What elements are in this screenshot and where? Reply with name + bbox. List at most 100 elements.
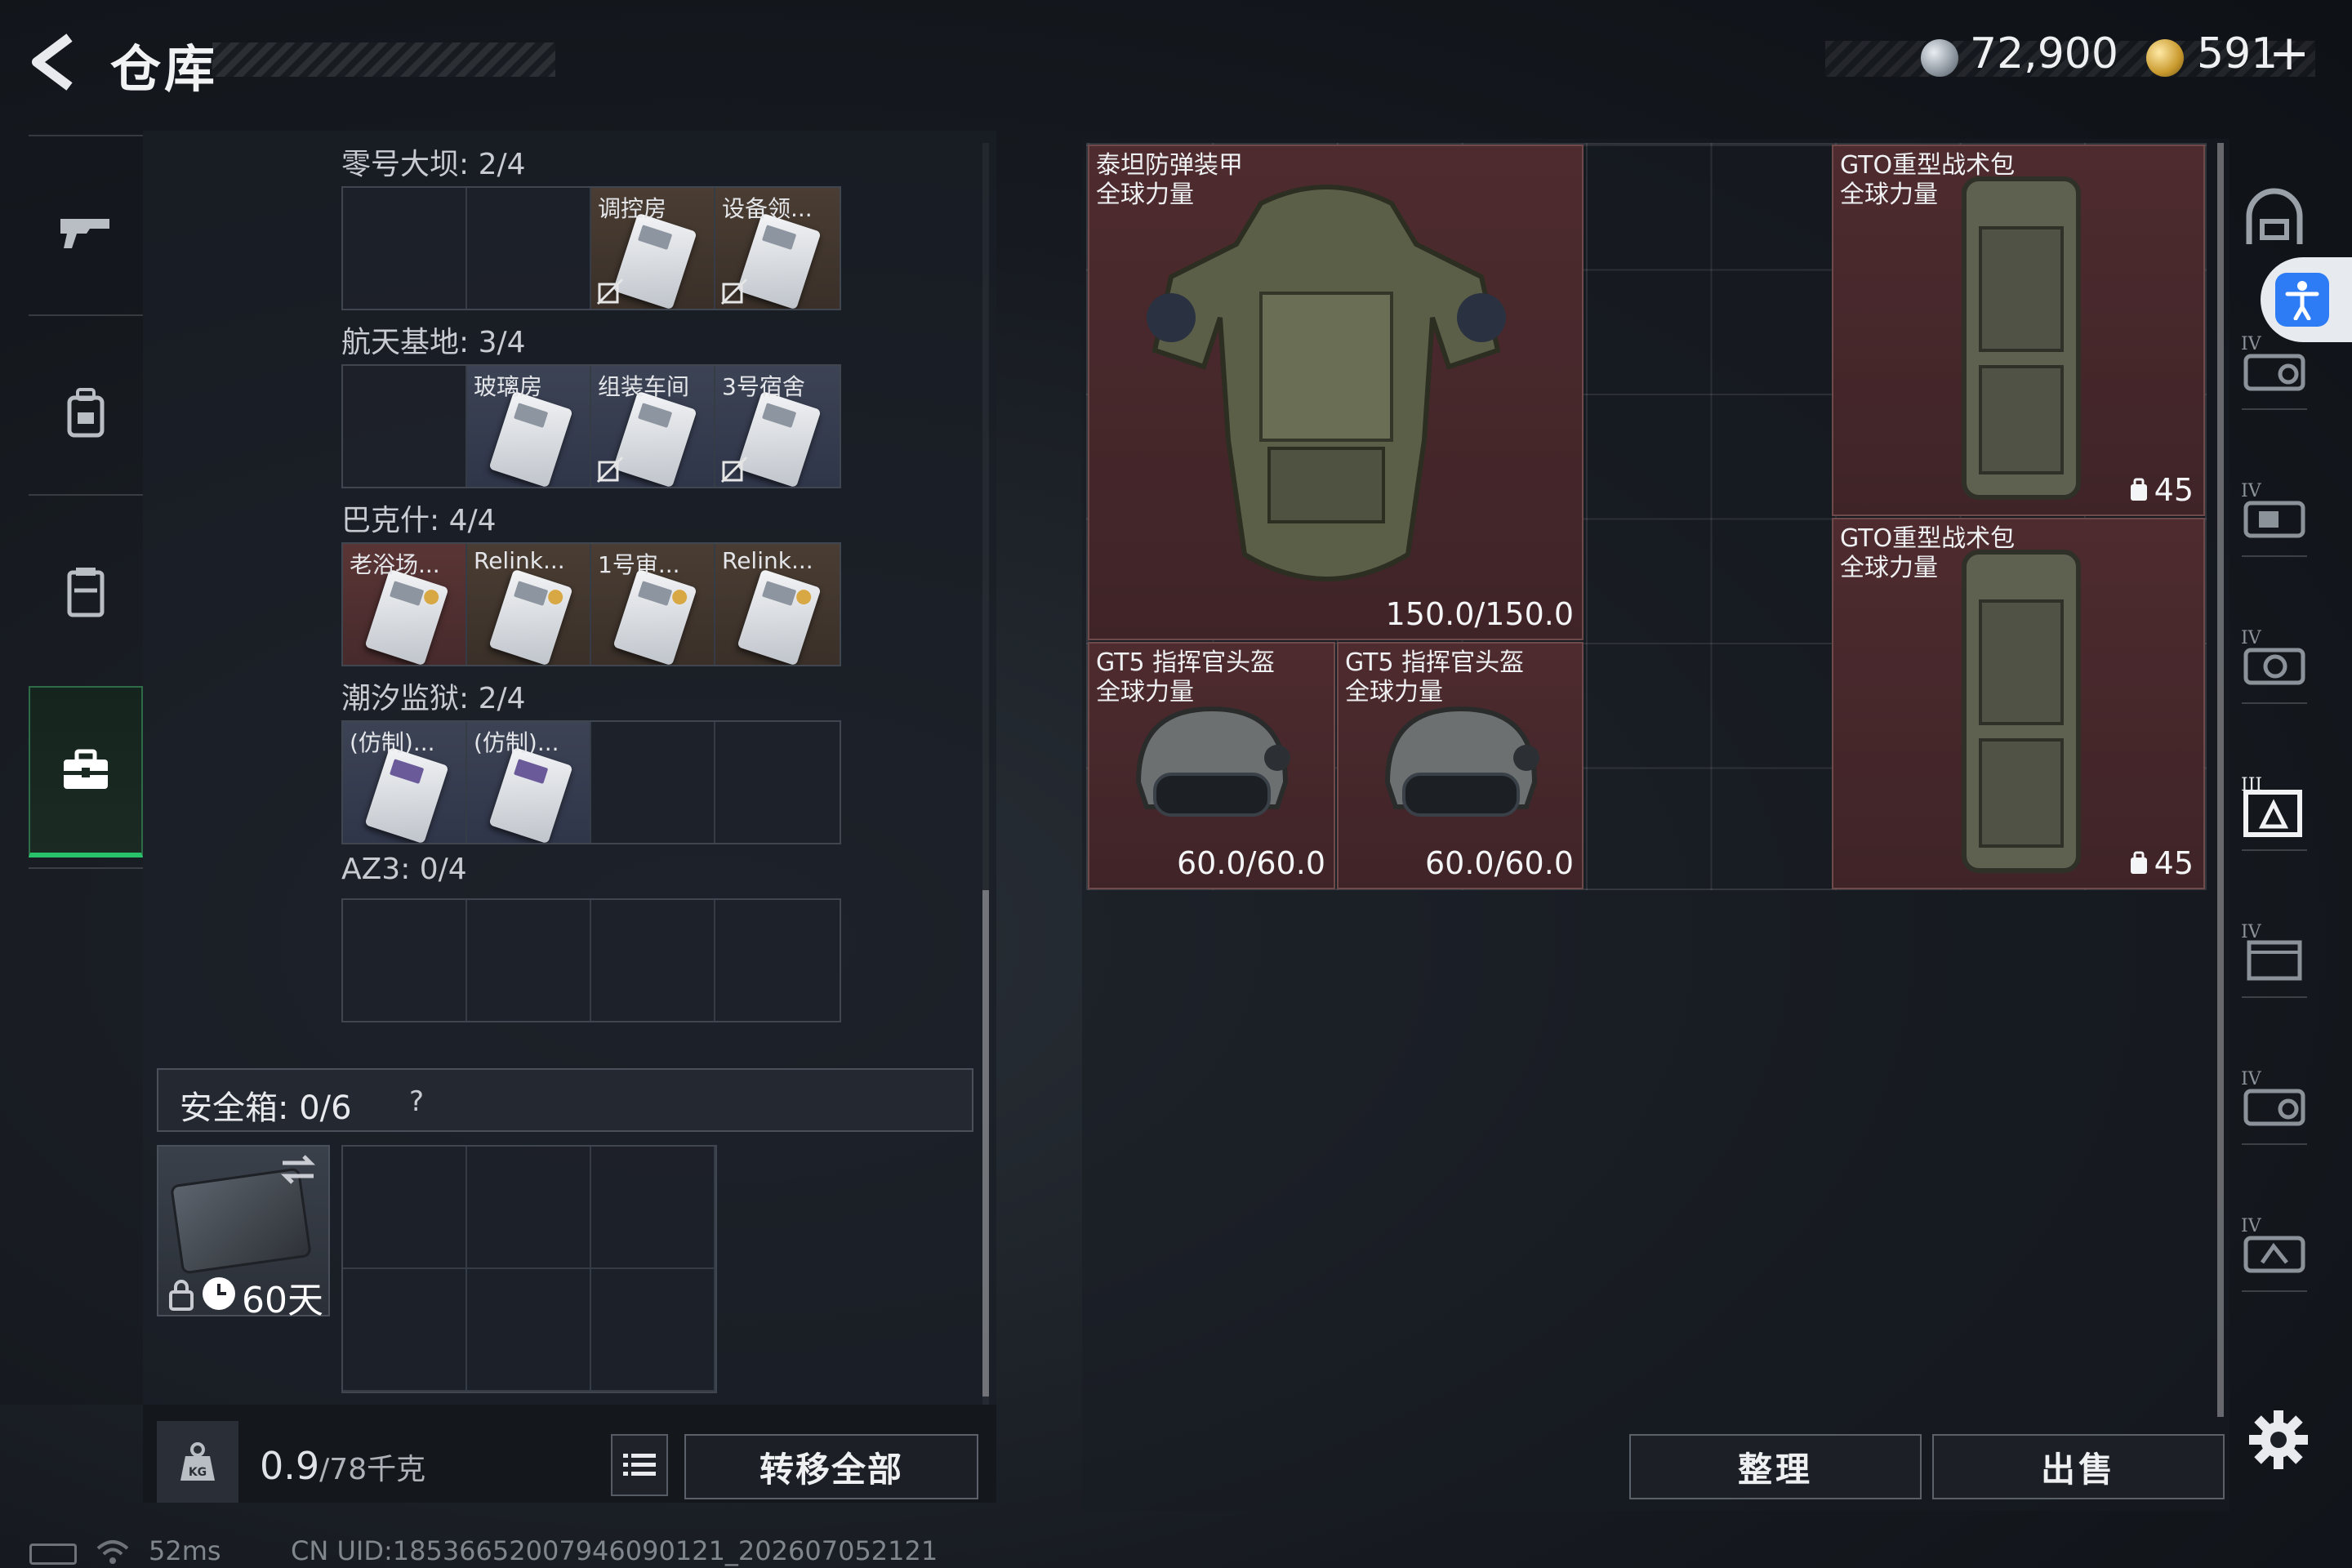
tactical-backpack-icon (1962, 176, 2081, 500)
unavailable-icon (596, 456, 624, 483)
key-slot[interactable]: 1号审... (591, 544, 715, 665)
item-name-line1: 泰坦防弹装甲 (1096, 151, 1243, 180)
chest-rig-icon (67, 568, 105, 617)
help-icon[interactable]: ? (398, 1083, 435, 1120)
helmet-icon (1384, 706, 1539, 817)
key-label: 1号审... (598, 551, 680, 578)
safe-box-title: 安全箱: 0/6 (180, 1089, 352, 1127)
safe-slot[interactable] (343, 1147, 467, 1269)
key-slot[interactable]: 组装车间 (591, 366, 715, 487)
body-armor-icon (1147, 185, 1506, 581)
key-label: 调控房 (598, 195, 667, 222)
case-tier-filter-icon[interactable]: III (2238, 768, 2311, 841)
key-slot[interactable] (343, 900, 467, 1021)
key-slot[interactable] (467, 900, 591, 1021)
sort-button[interactable]: 整理 (1629, 1434, 1922, 1499)
key-slot[interactable]: (仿制)... (343, 722, 467, 843)
filter-divider (2242, 702, 2307, 704)
key-group-title: AZ3: 0/4 (341, 853, 467, 886)
stash-item-helmet[interactable]: GT5 指挥官头盔 全球力量 60.0/60.0 (1088, 642, 1335, 889)
item-name-line2: 全球力量 (1096, 180, 1194, 209)
item-name: GT5 指挥官头盔 全球力量 (1096, 648, 1275, 707)
key-slot[interactable]: Relink... (467, 544, 591, 665)
misc-tier-filter-icon[interactable]: IV (2238, 1209, 2311, 1282)
safe-slot[interactable] (467, 1147, 591, 1269)
stash-item-backpack[interactable]: GTO重型战术包 全球力量 45 (1832, 145, 2205, 516)
weight-readout: 0.9/78千克 (260, 1444, 425, 1488)
key-slot[interactable] (715, 722, 840, 843)
key-slot[interactable]: (仿制)... (467, 722, 591, 843)
stash-item-backpack[interactable]: GTO重型战术包 全球力量 45 (1832, 518, 2205, 889)
keycard-icon (612, 568, 697, 665)
sell-button[interactable]: 出售 (1932, 1434, 2225, 1499)
item-name-line1: GTO重型战术包 (1840, 524, 2016, 553)
key-group-row: 玻璃房 组装车间 3号宿舍 (341, 364, 841, 488)
settings-gear-icon[interactable] (2247, 1409, 2310, 1471)
stash-item-helmet[interactable]: GT5 指挥官头盔 全球力量 60.0/60.0 (1337, 642, 1584, 889)
key-group-title: 零号大坝: 2/4 (341, 148, 526, 181)
key-group-row (341, 898, 841, 1022)
key-slot[interactable]: 调控房 (591, 188, 715, 309)
rig-tier-filter-icon[interactable]: IV (2238, 621, 2311, 694)
nav-item-weapons[interactable] (29, 151, 143, 314)
item-name-line1: GT5 指挥官头盔 (1345, 648, 1525, 677)
key-slot[interactable] (715, 900, 840, 1021)
weight-max: /78千克 (319, 1453, 426, 1486)
key-label: 设备领... (722, 195, 813, 222)
item-name-line2: 全球力量 (1840, 554, 1938, 582)
page-title: 仓库 (110, 39, 219, 99)
backpack-capacity-icon (2130, 478, 2147, 501)
keycard-icon (488, 568, 573, 665)
stash-item-armor[interactable]: 泰坦防弹装甲 全球力量 150.0/150.0 (1088, 145, 1584, 640)
nav-item-backpack[interactable] (29, 331, 143, 494)
item-name-line2: 全球力量 (1840, 180, 1938, 209)
battery-icon (29, 1544, 77, 1565)
scrollbar-thumb[interactable] (982, 890, 989, 1396)
filter-divider (2242, 555, 2307, 557)
key-slot[interactable]: 老浴场... (343, 544, 467, 665)
backpack-tier-filter-icon[interactable]: IV (2238, 474, 2311, 547)
title-decoration (212, 42, 555, 77)
weight-current: 0.9 (260, 1444, 320, 1488)
list-view-button[interactable] (611, 1434, 668, 1496)
key-slot[interactable] (343, 188, 467, 309)
key-label: 组装车间 (598, 373, 690, 400)
nav-item-chest-rig[interactable] (29, 510, 143, 674)
key-slot[interactable]: 玻璃房 (467, 366, 591, 487)
key-tier-filter-icon[interactable]: IV (2238, 1062, 2311, 1135)
safe-slot[interactable] (591, 1147, 715, 1269)
transfer-all-button[interactable]: 转移全部 (684, 1434, 978, 1499)
nav-item-toolbox[interactable] (29, 686, 143, 858)
toolbox-icon (64, 749, 108, 789)
key-label: 3号宿舍 (722, 373, 805, 400)
safe-slot[interactable] (591, 1269, 715, 1392)
keycard-icon (364, 568, 449, 665)
key-slot[interactable]: 设备领... (715, 188, 840, 309)
tier-label: IV (2241, 922, 2262, 942)
safe-slot[interactable] (467, 1269, 591, 1392)
key-group-title: 巴克什: 4/4 (341, 504, 497, 537)
key-slot[interactable] (467, 188, 591, 309)
key-slot[interactable] (591, 722, 715, 843)
add-currency-button[interactable]: + (2269, 24, 2310, 82)
lock-icon (169, 1280, 194, 1311)
item-durability: 150.0/150.0 (1385, 596, 1574, 632)
back-arrow-icon[interactable] (24, 29, 82, 95)
swap-icon[interactable] (278, 1152, 318, 1187)
key-slot[interactable]: Relink... (715, 544, 840, 665)
safe-slot[interactable] (343, 1269, 467, 1392)
storage-tier-filter-icon[interactable]: IV (2238, 915, 2311, 988)
keycard-icon (364, 746, 449, 843)
armor-tier-filter-icon[interactable]: IV (2238, 327, 2311, 400)
stash-scrollbar[interactable] (2217, 143, 2224, 1417)
key-slot[interactable] (343, 366, 467, 487)
item-durability: 60.0/60.0 (1424, 845, 1574, 881)
unavailable-icon (720, 456, 748, 483)
item-name-line2: 全球力量 (1345, 678, 1443, 706)
key-slot[interactable] (591, 900, 715, 1021)
helmet-filter-icon[interactable] (2238, 184, 2311, 257)
tier-label: IV (2241, 1216, 2262, 1236)
item-name: GT5 指挥官头盔 全球力量 (1345, 648, 1524, 707)
key-slot[interactable]: 3号宿舍 (715, 366, 840, 487)
item-durability: 60.0/60.0 (1176, 845, 1325, 881)
